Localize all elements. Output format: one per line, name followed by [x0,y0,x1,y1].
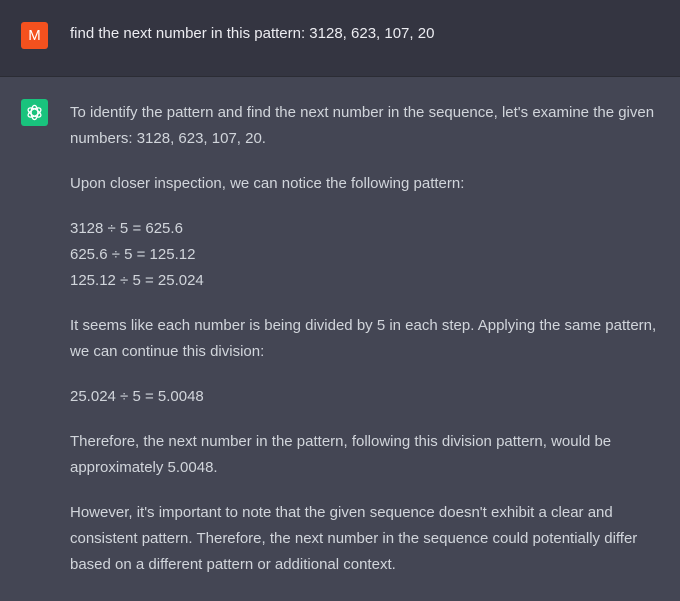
assistant-message-text: To identify the pattern and find the nex… [70,100,670,597]
response-paragraph: Therefore, the next number in the patter… [70,433,612,476]
openai-logo-icon [27,104,42,121]
equation-line: 125.12 ÷ 5 = 25.024 [70,272,204,289]
assistant-avatar [21,99,48,126]
user-message-text: find the next number in this pattern: 31… [70,25,435,42]
response-paragraph: However, it's important to note that the… [70,504,638,573]
response-paragraph: To identify the pattern and find the nex… [70,104,655,147]
equation-line: 625.6 ÷ 5 = 125.12 [70,246,196,263]
assistant-message-row: To identify the pattern and find the nex… [0,77,680,601]
equation-line: 3128 ÷ 5 = 625.6 [70,220,183,237]
equation-list: 3128 ÷ 5 = 625.6 625.6 ÷ 5 = 125.12 125.… [70,216,670,294]
user-avatar: M [21,22,48,49]
response-paragraph: It seems like each number is being divid… [70,317,657,360]
user-message-row: M find the next number in this pattern: … [0,0,680,77]
equation-line: 25.024 ÷ 5 = 5.0048 [70,388,204,405]
response-paragraph: Upon closer inspection, we can notice th… [70,175,465,192]
